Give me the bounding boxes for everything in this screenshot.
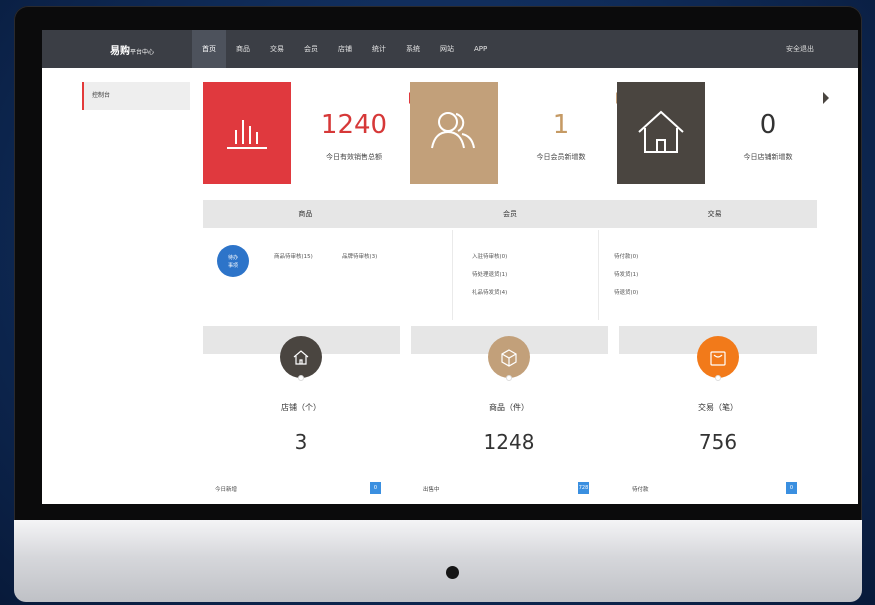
camera-dot (446, 566, 459, 579)
card-row-label: 今日新增 (215, 487, 238, 493)
todo-trade-unpaid[interactable]: 待付款(0) (614, 252, 638, 260)
todo-goods-pending[interactable]: 商品待审核(15) (274, 252, 313, 260)
divider (598, 230, 599, 320)
stat-label: 今日会员新增数 (536, 153, 586, 161)
indicator-dot (715, 375, 721, 381)
card-row-label: 出售中 (423, 487, 440, 493)
brand-sub: 平台中心 (130, 48, 155, 56)
nav-trade[interactable]: 交易 (260, 30, 294, 68)
cube-icon (501, 349, 517, 367)
card-value-goods: 1248 (483, 430, 535, 454)
section-header-members: 会员 (503, 210, 517, 218)
card-value-trade: 756 (698, 430, 738, 454)
nav-app[interactable]: APP (464, 30, 497, 68)
todo-trade-return[interactable]: 待退货(0) (614, 288, 638, 296)
sidebar: 控制台 (42, 68, 192, 504)
top-navbar: 易购平台中心 首页 商品 交易 会员 店铺 统计 系统 网站 APP 安全退出 (42, 30, 858, 68)
bag-icon (710, 351, 726, 366)
nav-stats[interactable]: 统计 (362, 30, 396, 68)
todo-trade-unshipped[interactable]: 待发货(1) (614, 270, 638, 278)
todo-badge: 待办 事项 (217, 245, 249, 277)
todo-member-gift[interactable]: 礼品待发货(4) (472, 288, 507, 296)
tile-notch (823, 92, 829, 104)
monitor-stand (14, 520, 862, 602)
stat-icon-block (410, 82, 498, 184)
todo-badge-line: 事项 (227, 263, 238, 269)
brand-logo[interactable]: 易购平台中心 (42, 42, 192, 57)
home-icon (638, 110, 684, 153)
admin-dashboard: 易购平台中心 首页 商品 交易 会员 店铺 统计 系统 网站 APP 安全退出 … (42, 30, 858, 504)
card-circle-trade (697, 336, 739, 381)
indicator-dot (506, 375, 512, 381)
card-row-label: 待付款 (632, 487, 649, 493)
stat-icon-block (203, 82, 291, 184)
card-title-stores: 店铺（个） (281, 403, 321, 412)
main-nav: 首页 商品 交易 会员 店铺 统计 系统 网站 APP (192, 30, 497, 68)
stat-value: 1 (552, 110, 570, 140)
bar-chart-icon (227, 120, 267, 149)
todo-section-header: 商品 会员 交易 (203, 200, 817, 228)
sidebar-item-console[interactable]: 控制台 (82, 82, 190, 110)
stat-label: 今日店铺新增数 (743, 153, 793, 161)
stat-icon-block (617, 82, 705, 184)
card-row-badge[interactable]: 0 (370, 482, 381, 494)
card-circle-goods (488, 336, 530, 381)
divider (452, 230, 453, 320)
card-circle-stores (280, 336, 322, 381)
stat-label: 今日有效销售总额 (326, 153, 382, 161)
todo-member-entry[interactable]: 入驻待审核(0) (472, 252, 507, 260)
todo-member-return[interactable]: 待处理退货(1) (472, 270, 507, 278)
card-value-stores: 3 (294, 430, 308, 454)
stat-tile-sales: 1240 今日有效销售总额 (203, 82, 415, 184)
stat-value: 1240 (320, 110, 388, 140)
indicator-dot (298, 375, 304, 381)
stat-tile-stores: 0 今日店铺新增数 (617, 82, 829, 184)
logout-link[interactable]: 安全退出 (786, 44, 814, 54)
stat-tile-members: 1 今日会员新增数 (410, 82, 622, 184)
card-row-badge[interactable]: 0 (786, 482, 797, 494)
todo-badge-line: 待办 (227, 255, 238, 261)
section-header-goods: 商品 (298, 210, 313, 218)
nav-goods[interactable]: 商品 (226, 30, 260, 68)
home-icon (293, 350, 309, 365)
nav-stores[interactable]: 店铺 (328, 30, 362, 68)
section-header-trade: 交易 (707, 210, 722, 218)
stat-value: 0 (759, 110, 777, 140)
users-icon (431, 112, 475, 149)
nav-home[interactable]: 首页 (192, 30, 226, 68)
card-title-trade: 交易（笔） (698, 403, 738, 412)
nav-members[interactable]: 会员 (294, 30, 328, 68)
nav-website[interactable]: 网站 (430, 30, 464, 68)
brand-name: 易购 (110, 45, 130, 57)
card-row-badge[interactable]: 728 (578, 482, 589, 494)
nav-system[interactable]: 系统 (396, 30, 430, 68)
card-title-goods: 商品（件） (489, 403, 529, 412)
todo-brand-pending[interactable]: 品牌待审核(3) (342, 252, 377, 260)
